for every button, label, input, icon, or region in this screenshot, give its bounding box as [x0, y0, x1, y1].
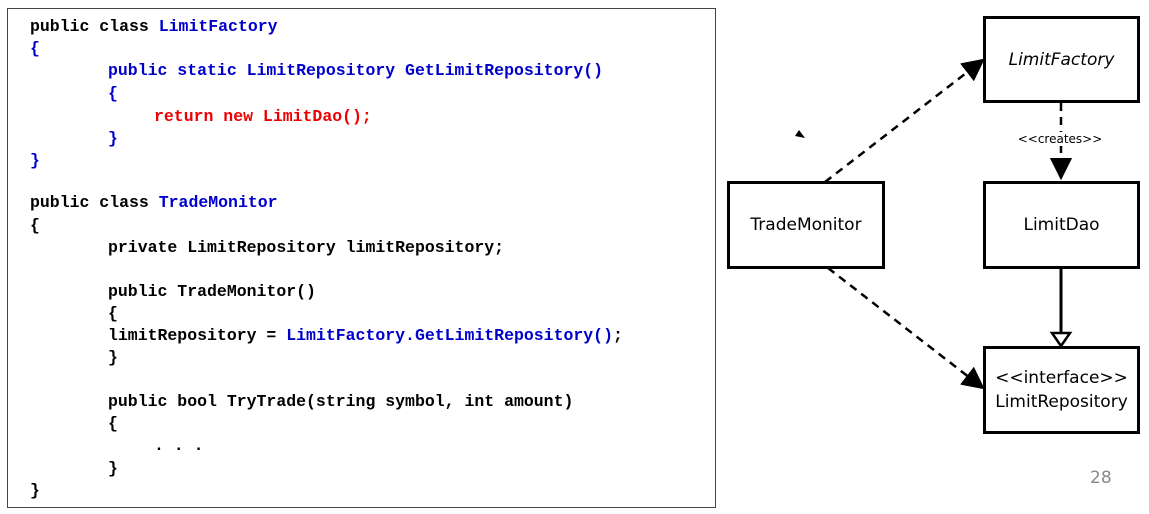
trademonitor-box: TradeMonitor — [727, 181, 885, 269]
trademonitor-label: TradeMonitor — [750, 215, 862, 235]
page-number: 28 — [1090, 468, 1112, 488]
realization-hollow-arrowhead — [1049, 331, 1073, 349]
limitdao-label: LimitDao — [1023, 215, 1100, 235]
limitdao-box: LimitDao — [983, 181, 1140, 269]
dependency-arrow-trademonitor-to-limitrepository — [827, 267, 985, 390]
limitfactory-box: LimitFactory — [983, 16, 1140, 103]
limitfactory-label: LimitFactory — [1008, 49, 1115, 70]
dependency-arrow-trademonitor-to-limitfactory — [824, 58, 985, 183]
interface-stereotype-label: <<interface>> — [995, 368, 1128, 388]
creates-stereotype-label: <<creates>> — [1005, 132, 1115, 146]
limitrepository-box: <<interface>> LimitRepository — [983, 346, 1140, 434]
stray-arrowhead — [795, 130, 805, 138]
limitrepository-label: LimitRepository — [995, 392, 1128, 412]
uml-diagram-connectors — [795, 58, 1073, 390]
